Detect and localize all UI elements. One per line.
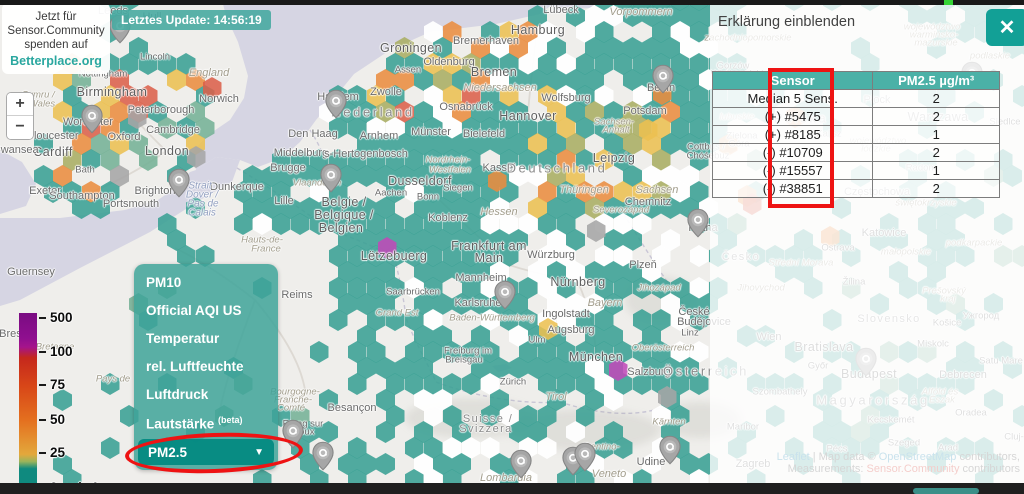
donation-line: spenden auf: [24, 39, 87, 51]
value-cell: 1: [873, 162, 1000, 180]
legend-tick: [39, 384, 46, 386]
layer-menu-items: PM10Official AQI USTemperaturrel. Luftfe…: [134, 264, 278, 438]
color-gradient-bar: [19, 313, 37, 492]
sensor-cluster-pin[interactable]: [687, 208, 709, 243]
sensor-cluster-pin[interactable]: [81, 104, 103, 139]
value-cell: 2: [873, 144, 1000, 162]
close-button[interactable]: ✕: [986, 9, 1024, 46]
sensor-cluster-pin[interactable]: [659, 435, 681, 470]
sensor-table: SensorPM2.5 µg/m³ Median 5 Sens.2(+) #54…: [712, 71, 1000, 198]
zoom-out-button[interactable]: −: [7, 116, 33, 139]
annotation-red-rectangle: [768, 68, 834, 208]
color-scale-legend: 5001007550250 µg/m³: [0, 304, 112, 494]
legend-tick: [39, 452, 46, 454]
donation-line: Sensor.Community: [7, 25, 104, 37]
value-cell: 2: [873, 180, 1000, 198]
donation-line: Jetzt für: [36, 11, 77, 23]
table-row: (-) #155571: [713, 162, 1000, 180]
table-row: (-) #388512: [713, 180, 1000, 198]
layer-menu-item-temperatur[interactable]: Temperatur: [134, 324, 278, 352]
bottom-bar-teal-chip: [913, 488, 979, 494]
legend-label: 100: [50, 344, 73, 359]
legend-tick: [39, 317, 46, 319]
air-quality-map-app: LeedsHullLincolnEnglandNottinghamBirming…: [0, 0, 1024, 494]
sensor-cluster-pin[interactable]: [168, 168, 190, 203]
layer-menu-item-official-aqi-us[interactable]: Official AQI US: [134, 296, 278, 324]
window-bottom-bar: [0, 483, 1024, 494]
value-cell: 1: [873, 126, 1000, 144]
legend-tick: [39, 351, 46, 353]
sensor-cluster-pin[interactable]: [652, 64, 674, 99]
legend-label: 50: [50, 412, 65, 427]
explanation-panel: Erklärung einblenden ✕ SensorPM2.5 µg/m³…: [710, 0, 1024, 494]
legend-label: 75: [50, 377, 65, 392]
betterplace-link[interactable]: Betterplace.org: [4, 54, 108, 68]
last-update-badge: Letztes Update: 14:56:19: [112, 10, 271, 30]
sensor-cluster-pin[interactable]: [574, 442, 596, 477]
table-row: (+) #81851: [713, 126, 1000, 144]
layer-menu-item-rel-luftfeuchte[interactable]: rel. Luftfeuchte: [134, 352, 278, 380]
top-bar-green-indicator: [944, 0, 953, 5]
zoom-in-button[interactable]: +: [7, 93, 33, 116]
donation-box: Jetzt für Sensor.Community spenden auf B…: [2, 3, 110, 74]
panel-toggle-link[interactable]: Erklärung einblenden: [718, 14, 855, 30]
value-cell: 2: [873, 108, 1000, 126]
close-icon: ✕: [999, 15, 1016, 40]
layer-menu-item-pm10[interactable]: PM10: [134, 264, 278, 296]
beta-badge: (beta): [218, 415, 243, 425]
table-header-value: PM2.5 µg/m³: [873, 72, 1000, 90]
legend-tick: [39, 419, 46, 421]
legend-label: 25: [50, 445, 65, 460]
table-row: (-) #107092: [713, 144, 1000, 162]
window-top-bar: [0, 0, 1024, 5]
legend-label: 500: [50, 310, 73, 325]
value-cell: 2: [873, 90, 1000, 108]
table-row: (+) #54752: [713, 108, 1000, 126]
sensor-cluster-pin[interactable]: [320, 163, 342, 198]
sensor-cluster-pin[interactable]: [312, 441, 334, 476]
layer-menu-item-luftdruck[interactable]: Luftdruck: [134, 380, 278, 408]
sensor-cluster-pin[interactable]: [510, 449, 532, 484]
table-row: Median 5 Sens.2: [713, 90, 1000, 108]
sensor-table-body: Median 5 Sens.2(+) #54752(+) #81851(-) #…: [713, 90, 1000, 198]
zoom-control: + −: [6, 92, 34, 140]
sensor-cluster-pin[interactable]: [494, 280, 516, 315]
sensor-table-header: SensorPM2.5 µg/m³: [713, 72, 1000, 90]
sensor-cluster-pin[interactable]: [325, 89, 347, 124]
